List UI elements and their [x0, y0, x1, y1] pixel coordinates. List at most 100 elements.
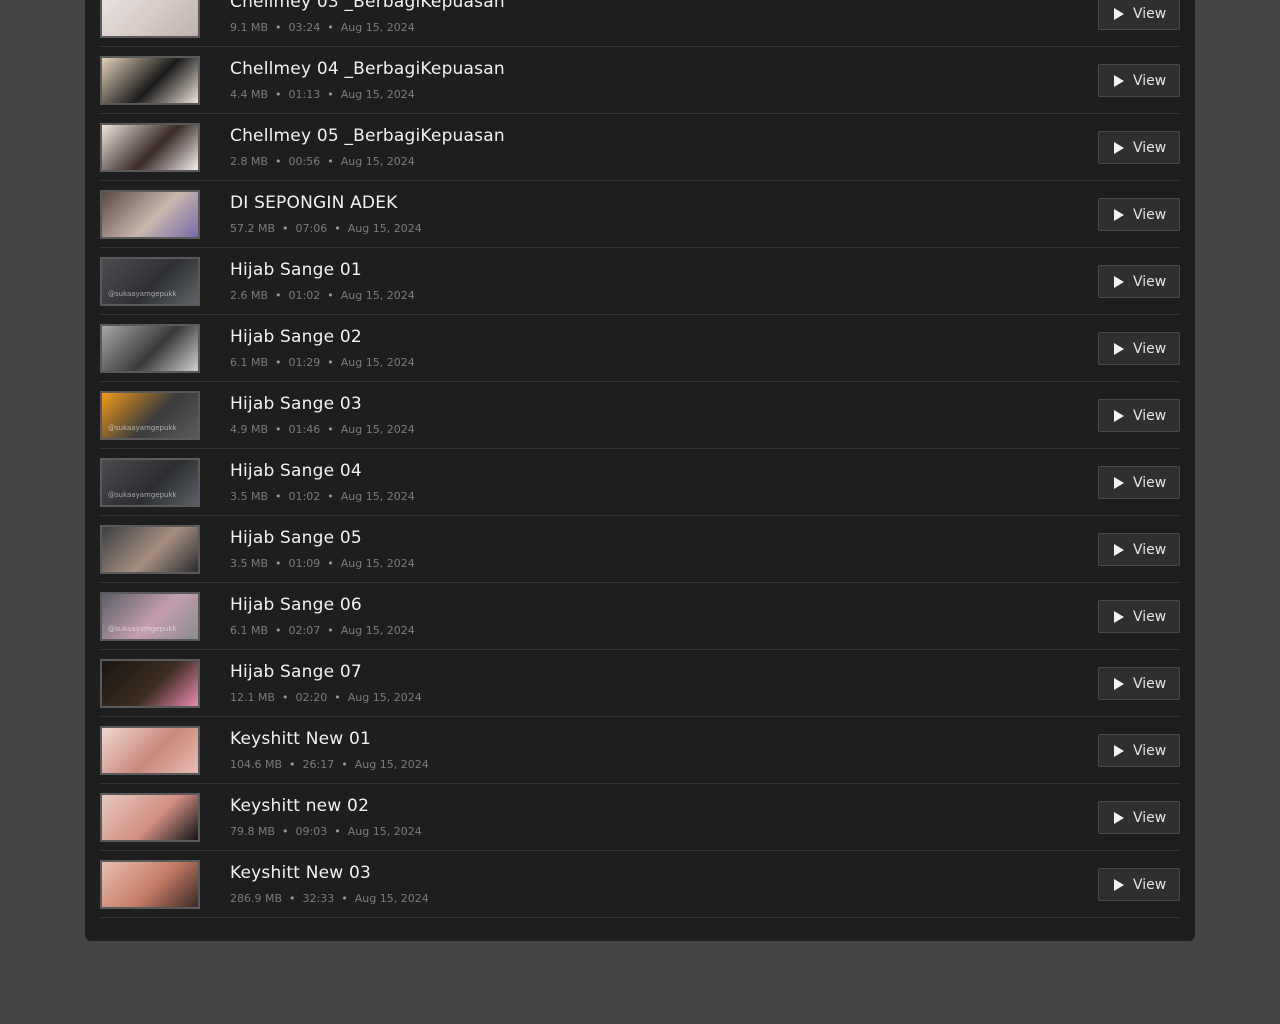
video-size: 6.1 MB [230, 356, 269, 369]
view-button[interactable]: View [1098, 399, 1180, 432]
view-button[interactable]: View [1098, 198, 1180, 231]
video-meta: 6.1 MB • 02:07 • Aug 15, 2024 [230, 624, 415, 637]
video-duration: 26:17 [302, 758, 335, 771]
video-title: Chellmey 04 _BerbagiKepuasan [230, 59, 505, 79]
video-thumbnail[interactable] [100, 525, 200, 574]
video-size: 9.1 MB [230, 21, 269, 34]
view-button[interactable]: View [1098, 466, 1180, 499]
video-thumbnail[interactable] [100, 123, 200, 172]
video-row: DI SEPONGIN ADEK 57.2 MB • 07:06 • Aug 15, 2… [100, 181, 1180, 248]
view-button-label: View [1133, 407, 1167, 424]
thumbnail-watermark: @sukaayamgepukk [108, 491, 177, 499]
video-thumbnail[interactable] [100, 56, 200, 105]
meta-separator: • [282, 691, 289, 704]
thumbnail-watermark: @sukaayamgepukk [108, 424, 177, 432]
view-button[interactable]: View [1098, 533, 1180, 566]
view-button-label: View [1133, 876, 1167, 893]
video-title: Hijab Sange 01 [230, 260, 362, 280]
video-thumbnail[interactable]: @sukaayamgepukk [100, 458, 200, 507]
video-date: Aug 15, 2024 [340, 423, 415, 436]
view-button[interactable]: View [1098, 868, 1180, 901]
view-button-label: View [1133, 139, 1167, 156]
video-row: @sukaayamgepukk Hijab Sange 03 4.9 MB • 01… [100, 382, 1180, 449]
view-button-label: View [1133, 608, 1167, 625]
view-button[interactable]: View [1098, 734, 1180, 767]
video-title: Chellmey 05 _BerbagiKepuasan [230, 126, 505, 146]
meta-separator: • [289, 892, 296, 905]
video-duration: 01:13 [288, 88, 321, 101]
play-icon [1114, 141, 1124, 154]
meta-separator: • [327, 557, 334, 570]
video-list: Chellmey 03 _BerbagiKepuasan 9.1 MB • 03:2… [100, 0, 1180, 918]
video-row: @sukaayamgepukk Hijab Sange 04 3.5 MB • 01… [100, 449, 1180, 516]
video-row: Keyshitt new 02 79.8 MB • 09:03 • Aug 15, 20… [100, 784, 1180, 851]
view-button-label: View [1133, 809, 1167, 826]
video-thumbnail[interactable] [100, 0, 200, 38]
play-icon [1114, 342, 1124, 355]
video-date: Aug 15, 2024 [354, 892, 429, 905]
meta-separator: • [334, 222, 341, 235]
video-meta: 3.5 MB • 01:02 • Aug 15, 2024 [230, 490, 415, 503]
meta-separator: • [327, 356, 334, 369]
play-icon [1114, 208, 1124, 221]
meta-separator: • [327, 88, 334, 101]
view-button-label: View [1133, 675, 1167, 692]
video-duration: 01:09 [288, 557, 321, 570]
video-title: Keyshitt New 03 [230, 863, 372, 883]
view-button[interactable]: View [1098, 265, 1180, 298]
video-thumbnail[interactable]: @sukaayamgepukk [100, 257, 200, 306]
video-date: Aug 15, 2024 [340, 624, 415, 637]
video-thumbnail[interactable]: @sukaayamgepukk [100, 592, 200, 641]
video-date: Aug 15, 2024 [340, 490, 415, 503]
video-thumbnail[interactable]: @sukaayamgepukk [100, 391, 200, 440]
meta-separator: • [275, 88, 282, 101]
meta-separator: • [275, 624, 282, 637]
play-icon [1114, 74, 1124, 87]
video-meta: 57.2 MB • 07:06 • Aug 15, 2024 [230, 222, 422, 235]
video-duration: 02:07 [288, 624, 321, 637]
video-date: Aug 15, 2024 [340, 155, 415, 168]
video-row: Chellmey 03 _BerbagiKepuasan 9.1 MB • 03:2… [100, 0, 1180, 47]
meta-separator: • [327, 490, 334, 503]
play-icon [1114, 677, 1124, 690]
meta-separator: • [334, 691, 341, 704]
video-meta: 2.6 MB • 01:02 • Aug 15, 2024 [230, 289, 415, 302]
video-duration: 09:03 [295, 825, 328, 838]
view-button[interactable]: View [1098, 332, 1180, 365]
video-date: Aug 15, 2024 [347, 222, 422, 235]
video-thumbnail[interactable] [100, 793, 200, 842]
view-button[interactable]: View [1098, 131, 1180, 164]
video-thumbnail[interactable] [100, 726, 200, 775]
play-icon [1114, 409, 1124, 422]
video-duration: 02:20 [295, 691, 328, 704]
video-thumbnail[interactable] [100, 659, 200, 708]
play-icon [1114, 476, 1124, 489]
view-button[interactable]: View [1098, 0, 1180, 30]
video-size: 4.9 MB [230, 423, 269, 436]
play-icon [1114, 7, 1124, 20]
video-thumbnail[interactable] [100, 860, 200, 909]
play-icon [1114, 744, 1124, 757]
view-button[interactable]: View [1098, 600, 1180, 633]
view-button[interactable]: View [1098, 801, 1180, 834]
video-title: Hijab Sange 04 [230, 461, 362, 481]
play-icon [1114, 811, 1124, 824]
thumbnail-watermark: @sukaayamgepukk [108, 625, 177, 633]
video-title: Hijab Sange 02 [230, 327, 362, 347]
view-button[interactable]: View [1098, 667, 1180, 700]
video-meta: 4.9 MB • 01:46 • Aug 15, 2024 [230, 423, 415, 436]
video-date: Aug 15, 2024 [340, 88, 415, 101]
video-duration: 07:06 [295, 222, 328, 235]
video-size: 2.8 MB [230, 155, 269, 168]
video-size: 3.5 MB [230, 557, 269, 570]
video-row: Keyshitt New 01 104.6 MB • 26:17 • Aug 15, 2… [100, 717, 1180, 784]
video-thumbnail[interactable] [100, 324, 200, 373]
video-thumbnail[interactable] [100, 190, 200, 239]
video-date: Aug 15, 2024 [347, 825, 422, 838]
meta-separator: • [275, 423, 282, 436]
meta-separator: • [327, 423, 334, 436]
meta-separator: • [341, 758, 348, 771]
video-row: Chellmey 04 _BerbagiKepuasan 4.4 MB • 01:1… [100, 47, 1180, 114]
view-button[interactable]: View [1098, 64, 1180, 97]
view-button-label: View [1133, 742, 1167, 759]
